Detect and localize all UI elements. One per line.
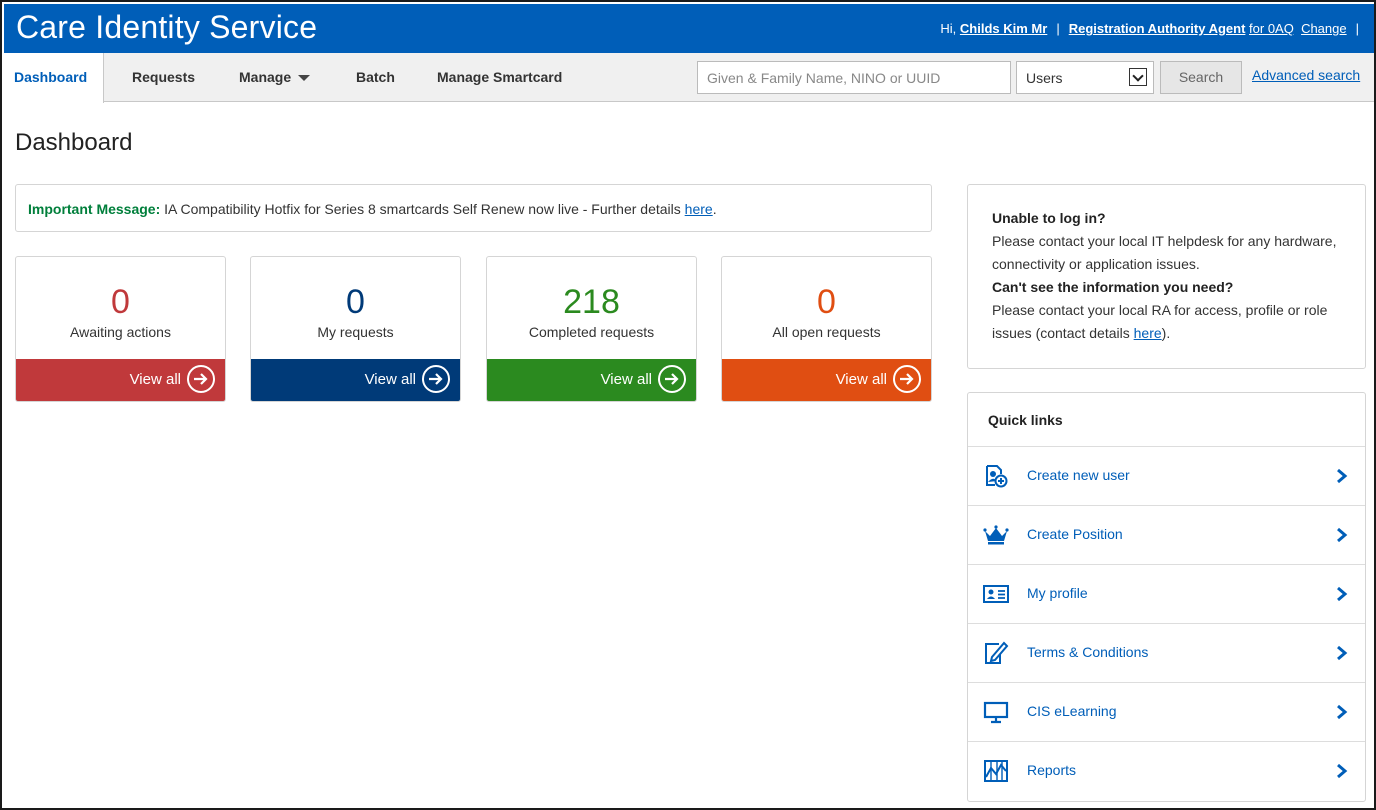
crown-icon bbox=[983, 525, 1009, 545]
view-all-label: View all bbox=[600, 370, 652, 388]
help-answer-info: Please contact your local RA for access,… bbox=[992, 299, 1341, 345]
chart-icon bbox=[984, 760, 1008, 782]
quick-link-label: Create new user bbox=[1027, 467, 1130, 483]
help-answer-login: Please contact your local IT helpdesk fo… bbox=[992, 233, 1337, 272]
card-label: All open requests bbox=[772, 324, 881, 340]
card-all-open-requests: 0 All open requests View all bbox=[721, 256, 932, 402]
card-completed-requests: 218 Completed requests View all bbox=[486, 256, 697, 402]
arrow-right-icon bbox=[187, 365, 215, 393]
card-label: Completed requests bbox=[528, 324, 655, 340]
contact-details-link[interactable]: here bbox=[1134, 325, 1162, 341]
help-panel: Unable to log in? Please contact your lo… bbox=[967, 184, 1366, 369]
change-role-link[interactable]: Change bbox=[1301, 21, 1347, 36]
search-type-select[interactable]: Users bbox=[1016, 61, 1154, 94]
arrow-right-icon bbox=[893, 365, 921, 393]
card-count: 0 bbox=[111, 283, 130, 321]
quick-link-label: CIS eLearning bbox=[1027, 703, 1117, 719]
caret-down-icon bbox=[298, 75, 311, 82]
view-all-button[interactable]: View all bbox=[836, 365, 921, 393]
chevron-right-icon bbox=[1337, 763, 1348, 779]
view-all-label: View all bbox=[364, 370, 416, 388]
card-view-all-bar[interactable]: View all bbox=[487, 359, 696, 401]
card-awaiting-actions: 0 Awaiting actions View all bbox=[15, 256, 226, 402]
tab-batch[interactable]: Batch bbox=[356, 53, 395, 102]
chevron-right-icon bbox=[1337, 704, 1348, 720]
card-label: My requests bbox=[317, 324, 394, 340]
arrow-right-icon bbox=[658, 365, 686, 393]
view-all-button[interactable]: View all bbox=[601, 365, 686, 393]
create-user-icon bbox=[986, 465, 1008, 488]
separator-end: | bbox=[1355, 21, 1359, 36]
chevron-right-icon bbox=[1337, 468, 1348, 484]
view-all-label: View all bbox=[835, 370, 887, 388]
quick-links-panel: Quick links Create new user Create Posit… bbox=[967, 392, 1366, 802]
chevron-down-icon[interactable] bbox=[1129, 68, 1147, 86]
greeting: Hi, bbox=[940, 21, 957, 36]
user-area: Hi, Childs Kim Mr | Registration Authori… bbox=[940, 21, 1368, 36]
card-label: Awaiting actions bbox=[70, 324, 171, 340]
chevron-right-icon bbox=[1337, 645, 1348, 661]
view-all-button[interactable]: View all bbox=[130, 365, 215, 393]
app-frame: Care Identity Service Hi, Childs Kim Mr … bbox=[0, 0, 1376, 810]
quick-link-my-profile[interactable]: My profile bbox=[968, 565, 1365, 624]
search-button[interactable]: Search bbox=[1160, 61, 1242, 94]
important-message: Important Message: IA Compatibility Hotf… bbox=[15, 184, 932, 232]
message-here-link[interactable]: here bbox=[685, 201, 713, 217]
document-pen-icon bbox=[985, 641, 1009, 664]
message-end: . bbox=[712, 201, 717, 217]
card-view-all-bar[interactable]: View all bbox=[251, 359, 460, 401]
main-nav: Dashboard Requests Manage Batch Manage S… bbox=[4, 53, 1374, 103]
app-header: Care Identity Service Hi, Childs Kim Mr … bbox=[4, 4, 1374, 53]
role-org[interactable]: for 0AQ bbox=[1249, 21, 1294, 36]
quick-link-create-position[interactable]: Create Position bbox=[968, 506, 1365, 565]
monitor-icon bbox=[983, 701, 1009, 724]
tab-requests[interactable]: Requests bbox=[132, 53, 195, 102]
help-question-info: Can't see the information you need? bbox=[992, 279, 1234, 295]
quick-link-reports[interactable]: Reports bbox=[968, 742, 1365, 801]
arrow-right-icon bbox=[422, 365, 450, 393]
quick-link-create-new-user[interactable]: Create new user bbox=[968, 447, 1365, 506]
quick-link-cis-elearning[interactable]: CIS eLearning bbox=[968, 683, 1365, 742]
card-view-all-bar[interactable]: View all bbox=[722, 359, 931, 401]
search-type-value: Users bbox=[1026, 70, 1063, 86]
card-view-all-bar[interactable]: View all bbox=[16, 359, 225, 401]
quick-link-label: Reports bbox=[1027, 762, 1077, 778]
view-all-button[interactable]: View all bbox=[365, 365, 450, 393]
card-count: 218 bbox=[563, 283, 620, 321]
app-title: Care Identity Service bbox=[16, 9, 318, 45]
page-title: Dashboard bbox=[15, 129, 133, 156]
quick-link-terms-conditions[interactable]: Terms & Conditions bbox=[968, 624, 1365, 683]
chevron-right-icon bbox=[1337, 527, 1348, 543]
quick-links-title: Quick links bbox=[968, 393, 1365, 447]
tab-manage-label: Manage bbox=[239, 69, 292, 85]
tab-dashboard[interactable]: Dashboard bbox=[4, 53, 105, 103]
view-all-label: View all bbox=[129, 370, 181, 388]
user-name-link[interactable]: Childs Kim Mr bbox=[960, 21, 1047, 36]
chevron-right-icon bbox=[1337, 586, 1348, 602]
help-answer-info-end: ). bbox=[1161, 325, 1171, 341]
quick-link-label: Terms & Conditions bbox=[1027, 644, 1149, 660]
message-text: IA Compatibility Hotfix for Series 8 sma… bbox=[160, 201, 685, 217]
role-link[interactable]: Registration Authority Agent bbox=[1069, 21, 1246, 36]
search-input[interactable] bbox=[697, 61, 1011, 94]
advanced-search-link[interactable]: Advanced search bbox=[1252, 67, 1360, 83]
message-label: Important Message: bbox=[28, 201, 161, 217]
quick-link-label: Create Position bbox=[1027, 526, 1123, 542]
tab-manage[interactable]: Manage bbox=[239, 53, 311, 102]
card-my-requests: 0 My requests View all bbox=[250, 256, 461, 402]
card-count: 0 bbox=[346, 283, 365, 321]
quick-link-label: My profile bbox=[1027, 585, 1088, 601]
card-count: 0 bbox=[817, 283, 836, 321]
separator: | bbox=[1056, 21, 1060, 36]
id-card-icon bbox=[983, 585, 1009, 603]
help-question-login: Unable to log in? bbox=[992, 210, 1106, 226]
tab-manage-smartcard[interactable]: Manage Smartcard bbox=[437, 53, 562, 102]
